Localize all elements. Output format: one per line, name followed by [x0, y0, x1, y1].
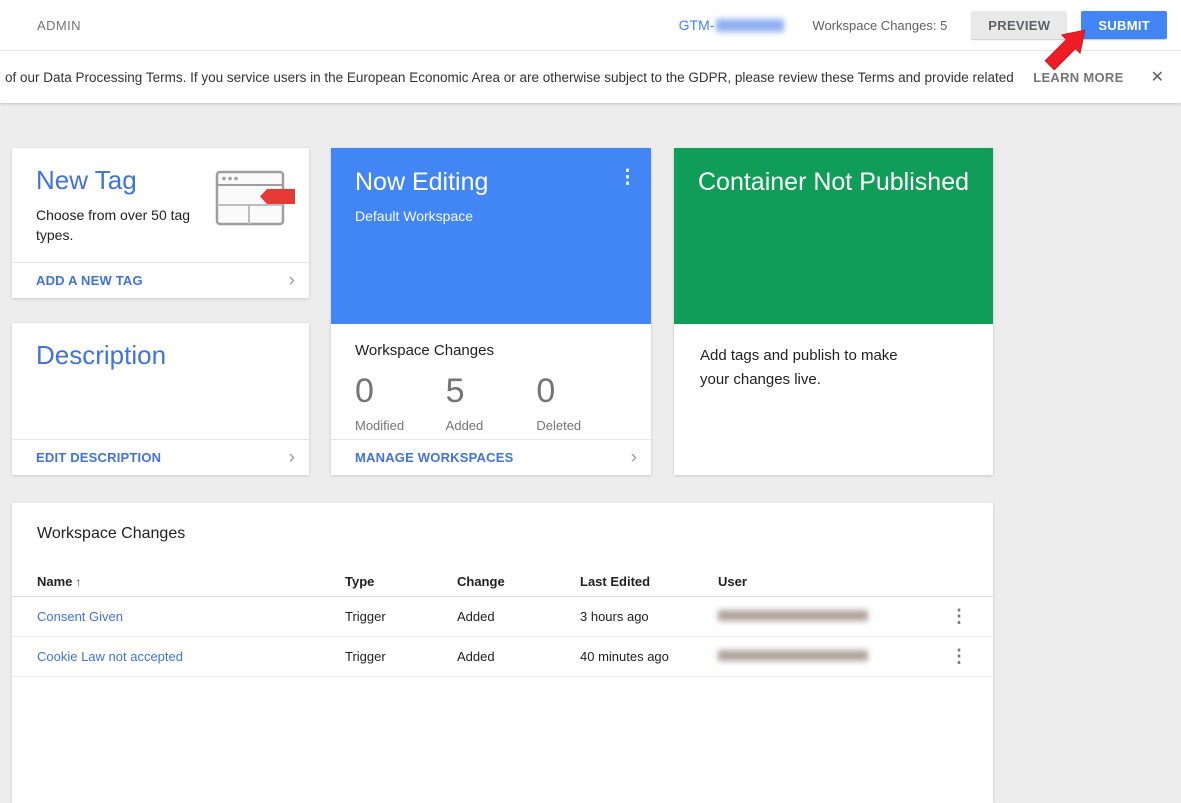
stat-added-label: Added — [446, 418, 537, 433]
workspace-name: Default Workspace — [355, 208, 627, 224]
stat-modified-value: 0 — [355, 372, 446, 411]
stat-deleted-label: Deleted — [536, 418, 627, 433]
new-tag-card: New Tag Choose from over 50 tag types. A… — [12, 148, 309, 298]
edit-description-label: EDIT DESCRIPTION — [36, 450, 289, 465]
workspace-change-stats: 0 Modified 5 Added 0 Deleted — [355, 372, 627, 433]
top-bar: ADMIN GTM- Workspace Changes: 5 PREVIEW … — [0, 0, 1181, 51]
submit-button[interactable]: SUBMIT — [1081, 11, 1167, 39]
redacted-user-email — [718, 610, 868, 621]
row-last-edited: 3 hours ago — [580, 609, 718, 624]
column-header-user[interactable]: User — [718, 574, 938, 589]
stat-deleted-value: 0 — [536, 372, 627, 411]
overflow-menu-icon[interactable]: ⋮ — [618, 166, 637, 189]
main-content: New Tag Choose from over 50 tag types. A… — [0, 103, 1181, 667]
row-name-link[interactable]: Consent Given — [37, 609, 123, 624]
add-new-tag-button[interactable]: ADD A NEW TAG › — [12, 262, 309, 298]
sort-ascending-icon: ↑ — [75, 575, 81, 589]
gdpr-banner: of our Data Processing Terms. If you ser… — [0, 51, 1181, 103]
stat-modified: 0 Modified — [355, 372, 446, 433]
gdpr-banner-text: of our Data Processing Terms. If you ser… — [5, 70, 1013, 85]
close-icon[interactable]: ✕ — [1151, 67, 1164, 87]
stat-modified-label: Modified — [355, 418, 446, 433]
container-id[interactable]: GTM- — [679, 17, 785, 33]
workspace-changes-table-card: Workspace Changes Name↑ Type Change Last… — [12, 503, 993, 803]
chevron-right-icon: › — [631, 448, 637, 467]
container-not-published-card: Container Not Published Add tags and pub… — [674, 148, 993, 475]
workspace-changes-count: Workspace Changes: 5 — [812, 18, 947, 33]
stat-added: 5 Added — [446, 372, 537, 433]
now-editing-card: Now Editing Default Workspace ⋮ Workspac… — [331, 148, 651, 475]
row-overflow-menu-icon[interactable]: ⋮ — [950, 646, 968, 666]
now-editing-title: Now Editing — [355, 168, 627, 197]
chevron-right-icon: › — [289, 271, 295, 290]
now-editing-header: Now Editing Default Workspace ⋮ — [331, 148, 651, 324]
column-header-change[interactable]: Change — [457, 574, 580, 589]
description-card: Description EDIT DESCRIPTION › — [12, 323, 309, 475]
workspace-changes-heading: Workspace Changes — [355, 342, 627, 359]
not-published-title: Container Not Published — [698, 168, 969, 197]
redacted-user-email — [718, 650, 868, 661]
row-last-edited: 40 minutes ago — [580, 649, 718, 664]
stat-added-value: 5 — [446, 372, 537, 411]
row-change: Added — [457, 609, 580, 624]
table-row: Cookie Law not accepted Trigger Added 40… — [12, 637, 993, 677]
table-row: Consent Given Trigger Added 3 hours ago … — [12, 597, 993, 637]
not-published-header: Container Not Published — [674, 148, 993, 324]
stat-deleted: 0 Deleted — [536, 372, 627, 433]
container-id-prefix: GTM- — [679, 17, 715, 33]
row-type: Trigger — [345, 649, 457, 664]
new-tag-description: Choose from over 50 tag types. — [36, 205, 208, 246]
tab-admin[interactable]: ADMIN — [37, 18, 81, 33]
topbar-right-group: GTM- Workspace Changes: 5 PREVIEW SUBMIT — [679, 11, 1167, 39]
column-header-type[interactable]: Type — [345, 574, 457, 589]
preview-button[interactable]: PREVIEW — [971, 11, 1067, 39]
table-title: Workspace Changes — [12, 503, 993, 567]
column-header-name[interactable]: Name↑ — [37, 574, 345, 589]
column-header-last-edited[interactable]: Last Edited — [580, 574, 718, 589]
row-type: Trigger — [345, 609, 457, 624]
row-change: Added — [457, 649, 580, 664]
chevron-right-icon: › — [289, 448, 295, 467]
manage-workspaces-button[interactable]: MANAGE WORKSPACES › — [331, 439, 651, 475]
table-header-row: Name↑ Type Change Last Edited User — [12, 567, 993, 597]
row-overflow-menu-icon[interactable]: ⋮ — [950, 606, 968, 626]
row-name-link[interactable]: Cookie Law not accepted — [37, 649, 183, 664]
edit-description-button[interactable]: EDIT DESCRIPTION › — [12, 439, 309, 475]
not-published-description: Add tags and publish to make your change… — [674, 324, 946, 392]
add-new-tag-label: ADD A NEW TAG — [36, 273, 289, 288]
manage-workspaces-label: MANAGE WORKSPACES — [355, 450, 631, 465]
learn-more-link[interactable]: LEARN MORE — [1033, 70, 1123, 85]
redacted-container-id — [716, 19, 784, 32]
description-title: Description — [36, 340, 285, 371]
tag-browser-icon — [215, 170, 297, 233]
